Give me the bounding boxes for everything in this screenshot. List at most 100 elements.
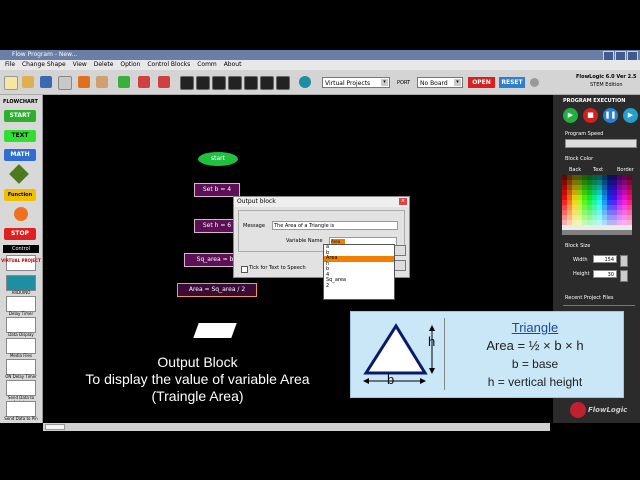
color-swatch[interactable] — [582, 180, 587, 185]
menu-control-blocks[interactable]: Control Blocks — [147, 60, 190, 70]
area-block[interactable]: Area = Sq_area / 2 — [177, 283, 257, 297]
color-swatch[interactable] — [612, 180, 617, 185]
color-swatch[interactable] — [562, 190, 567, 195]
color-swatch[interactable] — [587, 215, 592, 220]
color-swatch[interactable] — [567, 220, 572, 225]
color-swatch[interactable] — [627, 190, 632, 195]
color-swatch[interactable] — [607, 185, 612, 190]
color-swatch[interactable] — [572, 205, 577, 210]
color-swatch[interactable] — [592, 185, 597, 190]
color-swatch[interactable] — [587, 205, 592, 210]
step-icon[interactable]: ▶ — [623, 108, 638, 123]
color-swatch[interactable] — [622, 210, 627, 215]
color-swatch[interactable] — [572, 190, 577, 195]
color-swatch[interactable] — [572, 225, 577, 230]
color-swatch[interactable] — [617, 200, 622, 205]
speed-slider[interactable] — [565, 139, 637, 148]
color-swatch[interactable] — [622, 195, 627, 200]
settings-icon[interactable] — [530, 78, 539, 87]
open-folder-icon[interactable] — [22, 76, 34, 88]
color-swatch[interactable] — [617, 215, 622, 220]
color-swatch[interactable] — [567, 190, 572, 195]
delete-all-icon[interactable] — [158, 76, 170, 88]
color-swatch[interactable] — [607, 190, 612, 195]
color-swatch[interactable] — [582, 175, 587, 180]
hand-tool-icon[interactable] — [78, 76, 90, 88]
project-select[interactable]: Virtual Projects ▾ — [322, 77, 390, 88]
color-swatch[interactable] — [602, 195, 607, 200]
color-swatch[interactable] — [602, 210, 607, 215]
color-swatch[interactable] — [627, 185, 632, 190]
color-swatch[interactable] — [577, 175, 582, 180]
color-swatch[interactable] — [587, 190, 592, 195]
color-swatch[interactable] — [592, 195, 597, 200]
color-swatch[interactable] — [562, 200, 567, 205]
color-swatch[interactable] — [627, 220, 632, 225]
color-swatch[interactable] — [597, 230, 602, 235]
color-swatch[interactable] — [597, 205, 602, 210]
color-swatch[interactable] — [617, 225, 622, 230]
color-swatch[interactable] — [597, 200, 602, 205]
scroll-thumb[interactable] — [45, 424, 65, 430]
pencil-icon[interactable] — [96, 76, 108, 88]
color-swatch[interactable] — [572, 175, 577, 180]
color-swatch[interactable] — [567, 225, 572, 230]
color-swatch[interactable] — [602, 220, 607, 225]
color-swatch[interactable] — [617, 190, 622, 195]
cancel-button[interactable] — [394, 260, 406, 271]
color-swatch[interactable] — [582, 205, 587, 210]
play-icon[interactable]: ▶ — [563, 108, 578, 123]
send-data-arduino-icon[interactable] — [6, 380, 36, 396]
palette-math-button[interactable]: MATH — [4, 149, 36, 161]
height-input[interactable]: 30 — [593, 270, 617, 278]
color-swatch[interactable] — [577, 190, 582, 195]
color-swatch[interactable] — [602, 225, 607, 230]
color-swatch[interactable] — [607, 205, 612, 210]
color-swatch[interactable] — [617, 220, 622, 225]
stop-icon[interactable]: ■ — [583, 108, 598, 123]
pause-icon[interactable]: ❚❚ — [603, 108, 618, 123]
color-swatch[interactable] — [562, 175, 567, 180]
color-swatch[interactable] — [622, 185, 627, 190]
color-swatch[interactable] — [617, 180, 622, 185]
port-select[interactable]: No Board ▾ — [417, 77, 463, 88]
open-button[interactable]: OPEN — [468, 77, 495, 88]
color-swatch[interactable] — [597, 210, 602, 215]
color-swatch[interactable] — [582, 230, 587, 235]
color-swatch[interactable] — [572, 180, 577, 185]
color-swatch[interactable] — [607, 180, 612, 185]
print-icon[interactable] — [58, 76, 72, 90]
color-swatch[interactable] — [627, 175, 632, 180]
color-palette[interactable] — [562, 175, 632, 235]
color-swatch[interactable] — [592, 200, 597, 205]
palette-start-button[interactable]: START — [4, 110, 36, 122]
menu-comm[interactable]: Comm — [197, 60, 217, 70]
delay-timer-icon[interactable] — [6, 296, 36, 312]
color-swatch[interactable] — [562, 185, 567, 190]
color-swatch[interactable] — [622, 190, 627, 195]
menu-option[interactable]: Option — [120, 60, 140, 70]
color-swatch[interactable] — [592, 215, 597, 220]
color-swatch[interactable] — [617, 205, 622, 210]
color-swatch[interactable] — [562, 195, 567, 200]
color-swatch[interactable] — [612, 225, 617, 230]
close-icon[interactable]: × — [399, 198, 407, 205]
connector-tool-icon[interactable] — [118, 76, 130, 88]
debug-icon[interactable] — [260, 76, 274, 90]
color-swatch[interactable] — [577, 205, 582, 210]
color-swatch[interactable] — [602, 200, 607, 205]
color-swatch[interactable] — [582, 185, 587, 190]
color-swatch[interactable] — [577, 200, 582, 205]
color-swatch[interactable] — [587, 185, 592, 190]
color-swatch[interactable] — [577, 225, 582, 230]
color-swatch[interactable] — [572, 185, 577, 190]
color-swatch[interactable] — [587, 225, 592, 230]
color-swatch[interactable] — [587, 230, 592, 235]
arduino-icon[interactable] — [6, 275, 36, 291]
color-swatch[interactable] — [612, 200, 617, 205]
color-swatch[interactable] — [627, 225, 632, 230]
color-swatch[interactable] — [592, 220, 597, 225]
color-swatch[interactable] — [572, 220, 577, 225]
palette-text-button[interactable]: TEXT — [4, 130, 36, 142]
color-swatch[interactable] — [612, 190, 617, 195]
